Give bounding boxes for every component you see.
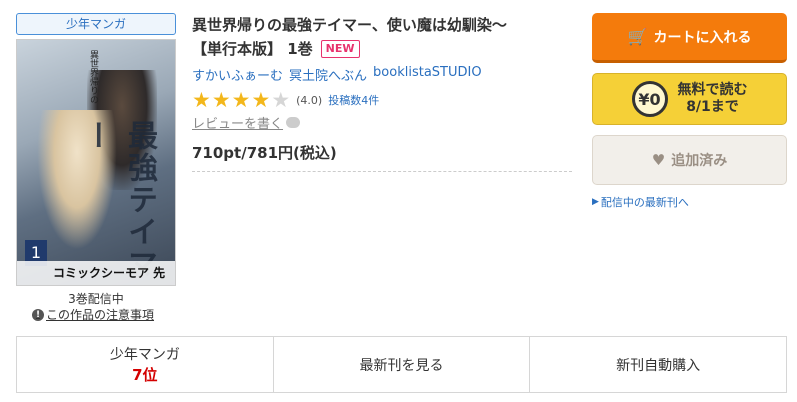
product-title: 異世界帰りの最強テイマー、使い魔は幼馴染〜 — [192, 16, 507, 34]
rating-row: ★ ★ ★ ★ ★ (4.0) 投稿数4件 — [192, 89, 577, 111]
price: 710pt/781円(税込) — [192, 144, 337, 162]
caution-link[interactable]: ! この作品の注意事項 — [32, 306, 154, 323]
star-icon: ★ — [192, 88, 211, 112]
product-title-volume: 【単行本版】 1巻 — [192, 40, 313, 58]
ranking-value: 7位 — [132, 366, 158, 384]
triangle-right-icon: ▶ — [592, 197, 599, 207]
bottom-action-bar: 少年マンガ 7位 最新刊を見る 新刊自動購入 — [16, 336, 787, 393]
read-free-button[interactable]: ¥0 無料で読む 8/1まで — [592, 73, 787, 125]
book-cover[interactable]: 異世界帰りの 最強テイマー 1 コミックシーモア 先行 — [16, 39, 176, 286]
added-to-favorites-button[interactable]: ♥ 追加済み — [592, 135, 787, 185]
added-label: 追加済み — [671, 153, 728, 169]
product-title-line2: 【単行本版】 1巻 NEW — [192, 37, 577, 61]
author-link[interactable]: booklistaSTUDIO — [373, 65, 482, 84]
speech-bubble-icon — [286, 117, 301, 128]
cart-icon: 🛒 — [627, 27, 648, 46]
auto-purchase-label: 新刊自動購入 — [616, 357, 701, 374]
genre-badge[interactable]: 少年マンガ — [16, 13, 176, 35]
star-icon: ★ — [231, 88, 251, 112]
star-empty-icon: ★ — [271, 88, 291, 112]
review-count-link[interactable]: 投稿数4件 — [328, 92, 379, 108]
new-badge: NEW — [320, 40, 360, 58]
latest-volume-link[interactable]: ▶ 配信中の最新刊へ — [592, 194, 787, 210]
ranking-cell[interactable]: 少年マンガ 7位 — [17, 337, 274, 392]
author-list: すかいふぁーむ 冥土院へぶん booklistaSTUDIO — [192, 65, 577, 84]
caution-link-label: この作品の注意事項 — [46, 308, 155, 322]
write-review-link[interactable]: レビューを書く — [192, 113, 577, 132]
author-link[interactable]: すかいふぁーむ — [192, 65, 283, 84]
read-free-label: 無料で読む 8/1まで — [678, 82, 748, 116]
read-free-line2: 8/1まで — [686, 99, 739, 115]
add-to-cart-label: カートに入れる — [653, 29, 752, 46]
read-free-line1: 無料で読む — [677, 82, 748, 98]
view-latest-label: 最新刊を見る — [359, 357, 444, 374]
info-icon: ! — [32, 308, 44, 321]
yen-zero-icon: ¥0 — [631, 81, 668, 117]
write-review-label: レビューを書く — [192, 117, 284, 132]
star-rating: ★ ★ ★ ★ ★ — [192, 89, 290, 111]
product-image-column: 少年マンガ 異世界帰りの 最強テイマー 1 コミックシーモア 先行 3巻配信中 … — [16, 13, 176, 322]
ranking-label: 少年マンガ — [109, 347, 180, 363]
auto-purchase-button[interactable]: 新刊自動購入 — [530, 337, 786, 392]
heart-icon: ♥ — [651, 151, 666, 169]
star-icon: ★ — [211, 88, 231, 112]
volume-count: 3巻配信中 — [68, 292, 124, 306]
star-icon: ★ — [251, 88, 271, 112]
add-to-cart-button[interactable]: 🛒 カートに入れる — [592, 13, 787, 63]
latest-volume-label: 配信中の最新刊へ — [600, 196, 689, 209]
cover-subtitle: 異世界帰りの — [88, 50, 98, 104]
view-latest-button[interactable]: 最新刊を見る — [274, 337, 531, 392]
rating-value: (4.0) — [296, 93, 323, 107]
action-column: 🛒 カートに入れる ¥0 無料で読む 8/1まで ♥ 追加済み ▶ 配信中の最新… — [592, 13, 787, 210]
author-link[interactable]: 冥土院へぶん — [289, 65, 367, 84]
product-info: 異世界帰りの最強テイマー、使い魔は幼馴染〜 【単行本版】 1巻 NEW すかいふ… — [192, 13, 577, 172]
divider — [192, 171, 572, 172]
cover-band: コミックシーモア 先行 — [17, 261, 175, 285]
